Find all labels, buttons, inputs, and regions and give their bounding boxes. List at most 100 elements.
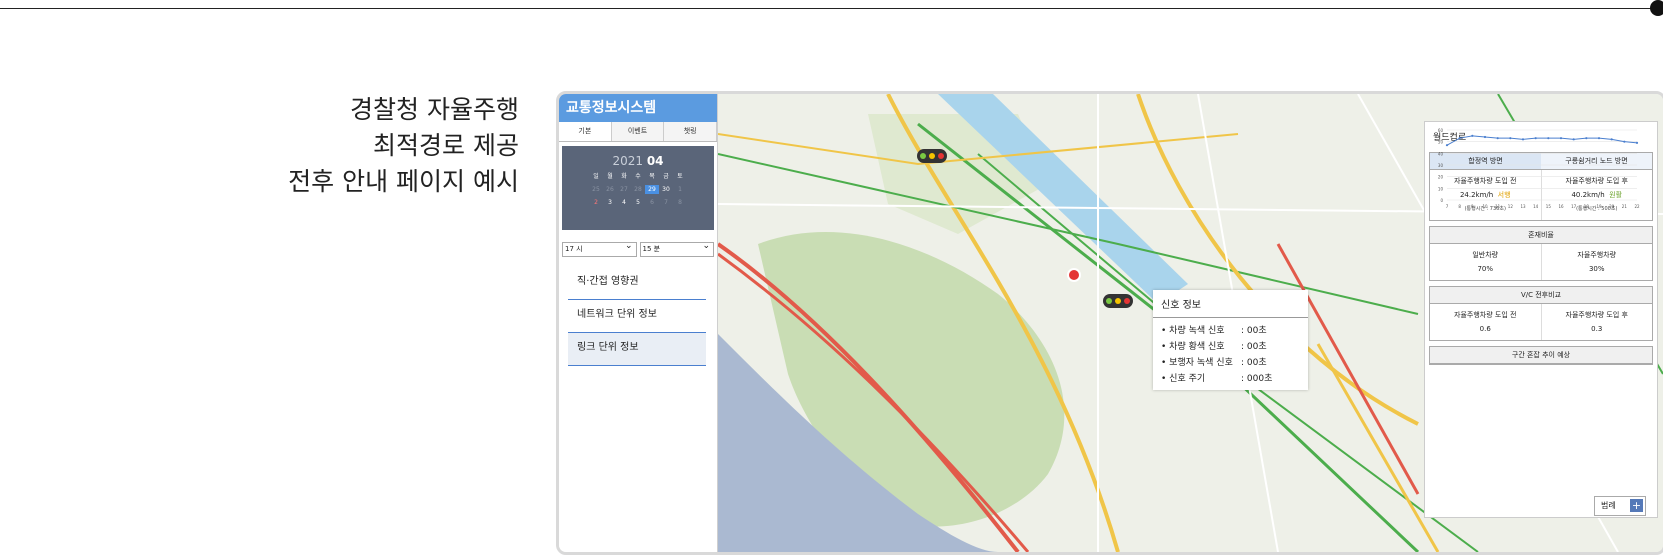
calendar-day[interactable]: 6 bbox=[645, 198, 659, 207]
calendar-day[interactable]: 8 bbox=[673, 198, 687, 207]
menu-item-link-info[interactable]: 링크 단위 정보 bbox=[568, 333, 706, 366]
tab-event[interactable]: 이벤트 bbox=[611, 122, 665, 141]
normal-vehicle-value: 70% bbox=[1477, 265, 1494, 273]
signal-info-label: 보행자 녹색 신호 bbox=[1161, 355, 1241, 371]
menu-item-influence-area[interactable]: 직·간접 영향권 bbox=[568, 267, 706, 300]
chart-x-tick-label: 9 bbox=[1471, 204, 1474, 209]
chart-x-tick-label: 22 bbox=[1634, 204, 1640, 209]
top-divider-dot bbox=[1650, 0, 1663, 16]
chart-y-tick-label: 0 bbox=[1440, 198, 1443, 203]
chart-y-tick-label: 60 bbox=[1438, 128, 1444, 133]
traffic-signal-icon[interactable] bbox=[1103, 294, 1133, 308]
calendar-day[interactable]: 28 bbox=[631, 185, 645, 194]
chart-y-tick-label: 50 bbox=[1438, 140, 1444, 145]
headline-line-1: 경찰청 자율주행 bbox=[350, 95, 519, 124]
signal-info-value: : 00초 bbox=[1241, 342, 1267, 352]
chart-y-tick-label: 20 bbox=[1438, 175, 1444, 180]
app-screenshot-frame: 교통정보시스템 기본 이벤트 챗링 2021 04 일 월 화 수 목 금 토 … bbox=[556, 91, 1663, 555]
weekday: 목 bbox=[649, 173, 655, 180]
calendar-day-selected[interactable]: 29 bbox=[645, 185, 659, 194]
chart-data-point bbox=[1572, 138, 1575, 141]
vc-after-label: 자율주행차량 도입 후 bbox=[1565, 311, 1628, 319]
auto-vehicle-value: 30% bbox=[1588, 265, 1605, 273]
auto-vehicle-label: 자율주행차량 bbox=[1577, 251, 1617, 259]
calendar-day[interactable]: 27 bbox=[617, 185, 631, 194]
system-title: 교통정보시스템 bbox=[559, 94, 717, 122]
calendar-day[interactable]: 7 bbox=[659, 198, 673, 207]
vc-compare-box: V/C 전후비교 자율주행차량 도입 전 0.6 자율주행차량 도입 후 0.3 bbox=[1429, 286, 1653, 341]
chart-y-tick-label: 30 bbox=[1438, 163, 1444, 168]
menu-item-network-info[interactable]: 네트워크 단위 정보 bbox=[568, 300, 706, 333]
chart-data-point bbox=[1458, 137, 1461, 140]
location-marker[interactable] bbox=[1067, 268, 1081, 282]
calendar-day[interactable]: 5 bbox=[631, 198, 645, 207]
chart-x-tick-label: 12 bbox=[1508, 204, 1514, 209]
calendar-day[interactable]: 1 bbox=[673, 185, 687, 194]
chart-data-point bbox=[1635, 141, 1639, 144]
page-headline: 경찰청 자율주행 최적경로 제공 전후 안내 페이지 예시 bbox=[288, 92, 519, 200]
tab-basic[interactable]: 기본 bbox=[559, 122, 612, 141]
plus-icon[interactable]: + bbox=[1630, 499, 1643, 512]
chart-x-tick-label: 21 bbox=[1622, 204, 1628, 209]
normal-vehicle-label: 일반차량 bbox=[1472, 251, 1499, 259]
chart-data-point bbox=[1623, 140, 1626, 143]
traffic-signal-icon[interactable] bbox=[917, 149, 947, 163]
sidebar: 교통정보시스템 기본 이벤트 챗링 2021 04 일 월 화 수 목 금 토 … bbox=[559, 94, 718, 552]
time-selects: 17 시 15 분 bbox=[562, 240, 714, 257]
legend-label: 범례 bbox=[1601, 501, 1616, 510]
chart-x-tick-label: 14 bbox=[1533, 204, 1539, 209]
signal-info-row: 차량 황색 신호 : 00초 bbox=[1153, 339, 1308, 355]
calendar-day[interactable]: 26 bbox=[603, 185, 617, 194]
chart-data-point bbox=[1547, 137, 1550, 140]
calendar-day[interactable]: 3 bbox=[603, 198, 617, 207]
chart-x-tick-label: 17 bbox=[1571, 204, 1577, 209]
calendar-week-1: 25 26 27 28 29 30 1 bbox=[562, 185, 714, 194]
chart-data-point bbox=[1597, 137, 1601, 140]
headline-line-2: 최적경로 제공 bbox=[373, 131, 519, 160]
weekday: 금 bbox=[663, 173, 669, 180]
chart-data-point bbox=[1471, 134, 1474, 137]
chart-y-tick-label: 40 bbox=[1438, 151, 1444, 156]
chart-data-point bbox=[1585, 137, 1588, 140]
chart-data-point bbox=[1509, 137, 1512, 140]
headline-line-3: 전후 안내 페이지 예시 bbox=[288, 167, 519, 196]
signal-info-label: 신호 주기 bbox=[1161, 371, 1241, 387]
chart-title: 구간 혼잡 추이 예상 bbox=[1430, 347, 1652, 364]
chart-data-point bbox=[1496, 137, 1499, 140]
calendar-day[interactable]: 2 bbox=[589, 198, 603, 207]
sidebar-tabs: 기본 이벤트 챗링 bbox=[559, 122, 718, 142]
mix-ratio-box: 혼재비율 일반차량 70% 자율주행차량 30% bbox=[1429, 226, 1653, 281]
calendar-weekdays: 일 월 화 수 목 금 토 bbox=[562, 172, 714, 181]
chart-x-tick-label: 7 bbox=[1446, 204, 1449, 209]
congestion-chart-box: 구간 혼잡 추이 예상 0 10 20 30 40 50 60 7 8 9 10 11 12 13 14 15… bbox=[1429, 128, 1653, 365]
mix-ratio-title: 혼재비율 bbox=[1430, 227, 1652, 244]
chart-data-point bbox=[1521, 138, 1525, 141]
vc-after-value: 0.3 bbox=[1591, 325, 1603, 333]
tab-chat[interactable]: 챗링 bbox=[664, 122, 718, 141]
signal-info-row: 신호 주기 : 000초 bbox=[1153, 371, 1308, 387]
traffic-map[interactable]: 신호 정보 차량 녹색 신호 : 00초 차량 황색 신호 : 00초 보행자 … bbox=[718, 94, 1663, 552]
calendar-week-2: 2 3 4 5 6 7 8 bbox=[562, 198, 714, 207]
chart-x-tick-label: 8 bbox=[1458, 204, 1461, 209]
chart-x-tick-label: 20 bbox=[1609, 204, 1615, 209]
congestion-trend-chart: 0 10 20 30 40 50 60 7 8 9 10 11 12 13 14 15 16 17 18 19 20 21… bbox=[1438, 128, 1640, 209]
vc-before-value: 0.6 bbox=[1479, 325, 1491, 333]
calendar-day[interactable]: 30 bbox=[659, 185, 673, 194]
vc-before-label: 자율주행차량 도입 전 bbox=[1454, 311, 1517, 319]
signal-info-title: 신호 정보 bbox=[1153, 290, 1308, 318]
road-info-panel: 월드컵로 합정역 방면 구룡쉼거리 노드 방면 자율주행차량 도입 전 24.2… bbox=[1424, 121, 1658, 518]
hour-select[interactable]: 17 시 bbox=[562, 240, 637, 257]
chart-data-point bbox=[1483, 135, 1487, 139]
minute-select[interactable]: 15 분 bbox=[639, 240, 714, 257]
calendar-day[interactable]: 4 bbox=[617, 198, 631, 207]
chart-x-tick-label: 18 bbox=[1584, 204, 1590, 209]
legend-button[interactable]: 범례 + bbox=[1594, 496, 1646, 516]
calendar-header: 2021 04 bbox=[562, 146, 714, 168]
chart-x-tick-label: 19 bbox=[1596, 204, 1602, 209]
calendar-year: 2021 bbox=[612, 154, 643, 168]
signal-info-label: 차량 황색 신호 bbox=[1161, 339, 1241, 355]
calendar-day[interactable]: 25 bbox=[589, 185, 603, 194]
signal-info-value: : 00초 bbox=[1241, 326, 1267, 336]
signal-info-label: 차량 녹색 신호 bbox=[1161, 323, 1241, 339]
weekday: 토 bbox=[677, 173, 683, 180]
